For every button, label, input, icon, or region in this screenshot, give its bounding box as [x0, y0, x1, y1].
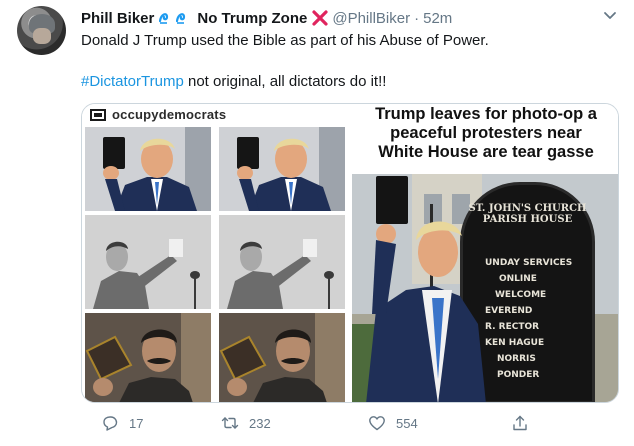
retweet-icon	[221, 417, 239, 429]
trump-bible-figure	[366, 176, 486, 402]
caret-down-icon[interactable]	[603, 11, 617, 21]
book-figure-graphic	[85, 313, 211, 402]
like-icon	[369, 416, 385, 431]
media-right-image: Trump leaves for photo-op a peaceful pro…	[352, 104, 618, 402]
collage-photo-trump	[85, 127, 211, 211]
church-photo: ST. JOHN'S CHURCH PARISH HOUSE UNDAY SER…	[352, 174, 618, 402]
collage-photo-book	[85, 313, 211, 402]
like-count: 554	[396, 415, 418, 431]
wave-icon	[159, 13, 169, 24]
brand-watermark: occupydemocrats	[90, 107, 226, 122]
collage-photo-trump	[219, 127, 345, 211]
media-left-collage: occupydemocrats	[82, 104, 348, 402]
reply-icon	[103, 416, 118, 431]
trump-figure-graphic	[85, 127, 211, 211]
headline-line: peaceful protesters near	[390, 124, 582, 142]
trump-figure-graphic	[219, 127, 345, 211]
image-headline: Trump leaves for photo-op a peaceful pro…	[352, 105, 618, 162]
collage-photo-bw	[219, 215, 345, 309]
reply-count: 17	[129, 415, 144, 431]
user-handle[interactable]: @PhillBiker	[332, 10, 410, 27]
headline-line: Trump leaves for photo-op a	[375, 105, 597, 123]
headline-line: White House are tear gasse	[378, 143, 594, 161]
like-button[interactable]: 554	[368, 414, 418, 432]
tweet[interactable]: Phill Biker No Trump Zone @PhillBiker · …	[0, 0, 634, 446]
tweet-text-line1: Donald J Trump used the Bible as part of…	[81, 32, 489, 49]
separator-dot: ·	[414, 9, 420, 27]
tweet-text-line2: #DictatorTrump not original, all dictato…	[81, 73, 386, 90]
avatar-face	[33, 28, 51, 44]
book-figure-graphic	[219, 313, 345, 402]
brand-name: occupydemocrats	[112, 107, 227, 122]
share-button[interactable]	[511, 414, 539, 432]
bw-figure-graphic	[219, 215, 345, 309]
wave-icon	[176, 13, 186, 24]
name-suffix: No Trump Zone	[197, 9, 308, 27]
collage-photo-book	[219, 313, 345, 402]
collage-photo-bw	[85, 215, 211, 309]
share-icon	[513, 415, 527, 431]
tweet-header: Phill Biker No Trump Zone @PhillBiker · …	[81, 8, 452, 28]
bw-figure-graphic	[85, 215, 211, 309]
reply-button[interactable]: 17	[101, 414, 143, 432]
tweet-text-rest: not original, all dictators do it!!	[183, 73, 387, 90]
retweet-count: 232	[249, 415, 271, 431]
timestamp[interactable]: 52m	[423, 10, 452, 27]
tweet-media[interactable]: occupydemocrats Trump leaves for photo-o…	[81, 103, 619, 403]
brand-logo-icon	[90, 108, 106, 121]
avatar[interactable]	[17, 6, 66, 55]
hashtag-link[interactable]: #DictatorTrump	[81, 73, 184, 90]
retweet-button[interactable]: 232	[221, 414, 271, 432]
tweet-actions: 17 232 554	[81, 414, 601, 436]
cross-mark-icon	[312, 10, 328, 26]
display-name[interactable]: Phill Biker	[81, 10, 154, 27]
